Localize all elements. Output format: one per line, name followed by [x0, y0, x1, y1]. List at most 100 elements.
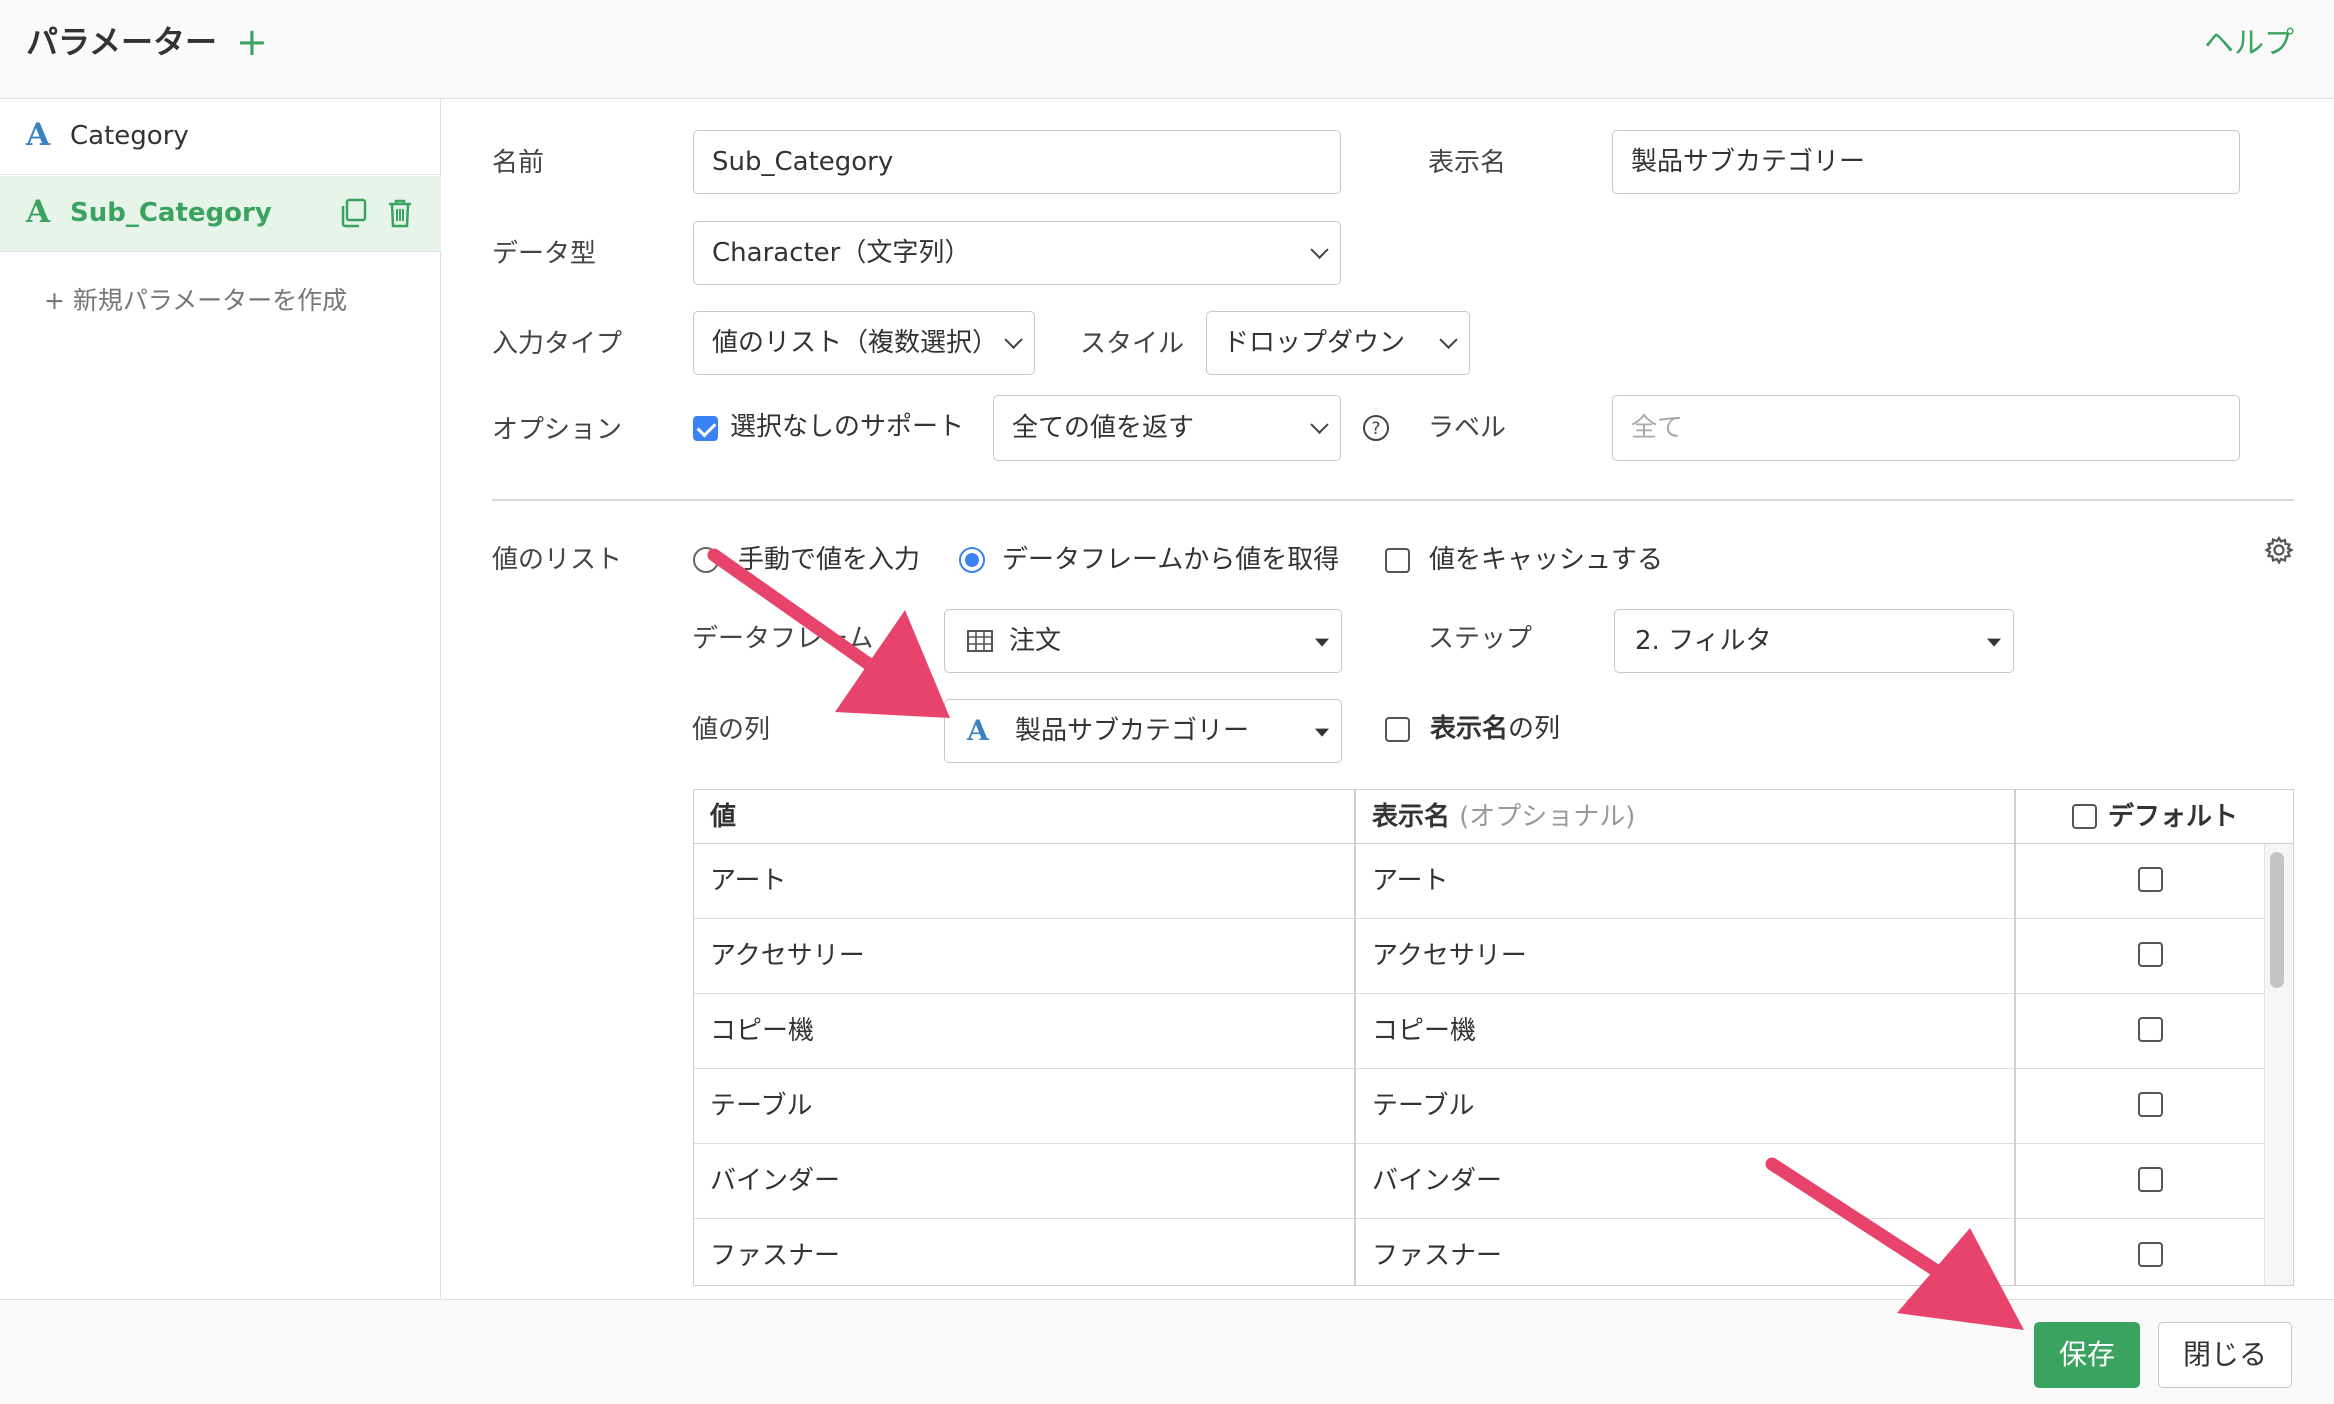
label-field-label: ラベル: [1428, 413, 1507, 443]
display-name-value: 製品サブカテゴリー: [1631, 147, 1866, 177]
help-link[interactable]: ヘルプ: [2204, 24, 2294, 64]
default-checkbox[interactable]: [2138, 1242, 2163, 1267]
trash-icon[interactable]: [386, 198, 414, 228]
cell-display: テーブル: [1372, 1091, 1475, 1121]
caret-down-icon: [1315, 638, 1329, 647]
name-value: Sub_Category: [712, 147, 894, 177]
section-divider: [492, 499, 2294, 501]
header-display-label: 表示名: [1372, 802, 1451, 832]
character-type-icon: A: [967, 714, 989, 747]
dataframe-label: データフレーム: [692, 624, 874, 654]
cell-value: コピー機: [710, 1016, 815, 1046]
cell-display: バインダー: [1372, 1166, 1503, 1196]
chevron-down-icon: [1004, 330, 1023, 349]
chevron-down-icon: [1310, 415, 1329, 434]
character-type-icon: A: [26, 194, 51, 230]
label-input[interactable]: 全て: [1612, 395, 2240, 461]
data-type-select[interactable]: Character（文字列）: [693, 221, 1341, 285]
input-type-value: 値のリスト（複数選択）: [712, 328, 999, 358]
parameter-sidebar: A Category A Sub_Category + 新規パラメーターを作成: [0, 99, 441, 1299]
value-column-select[interactable]: A 製品サブカテゴリー: [944, 699, 1342, 763]
display-column-label: 表示名の列: [1430, 712, 1560, 746]
new-parameter-link[interactable]: + 新規パラメーターを作成: [44, 284, 347, 318]
manual-radio[interactable]: [693, 547, 719, 573]
header-display-optional: (オプショナル): [1459, 802, 1636, 832]
name-input[interactable]: Sub_Category: [693, 130, 1341, 194]
table-row: ファスナー ファスナー: [694, 1219, 2293, 1285]
sidebar-item-sub-category[interactable]: A Sub_Category: [0, 176, 441, 252]
header-default: デフォルト: [2108, 802, 2239, 832]
cell-value: テーブル: [710, 1091, 813, 1121]
cell-display: ファスナー: [1372, 1241, 1503, 1271]
display-column-label-bold: 表示名: [1430, 714, 1509, 744]
caret-down-icon: [1315, 728, 1329, 737]
value-list-label: 値のリスト: [492, 545, 623, 575]
default-checkbox[interactable]: [2138, 942, 2163, 967]
display-name-input[interactable]: 製品サブカテゴリー: [1612, 130, 2240, 194]
default-all-checkbox[interactable]: [2072, 804, 2097, 829]
default-checkbox[interactable]: [2138, 867, 2163, 892]
default-checkbox[interactable]: [2138, 1167, 2163, 1192]
style-label: スタイル: [1080, 329, 1185, 359]
data-type-label: データ型: [492, 239, 597, 269]
gear-icon[interactable]: [2264, 535, 2294, 565]
table-row: アート アート: [694, 844, 2293, 919]
character-type-icon: A: [26, 117, 51, 153]
return-value-select[interactable]: 全ての値を返す: [993, 395, 1341, 461]
close-button[interactable]: 閉じる: [2158, 1322, 2292, 1388]
value-table: 値 表示名 (オプショナル) デフォルト アート アート アクセサリー アクセサリーコ…: [693, 789, 2294, 1286]
column-divider: [1354, 790, 1356, 1285]
step-value: 2. フィルタ: [1635, 626, 1772, 656]
support-no-selection-label: 選択なしのサポート: [730, 412, 965, 442]
chevron-down-icon: [1310, 240, 1329, 259]
sidebar-item-label: Sub_Category: [70, 198, 272, 228]
caret-down-icon: [1987, 638, 2001, 647]
table-row: アクセサリー アクセサリー: [694, 919, 2293, 994]
table-icon: [967, 630, 993, 652]
copy-icon[interactable]: [340, 198, 368, 228]
style-value: ドロップダウン: [1223, 328, 1406, 358]
input-type-select[interactable]: 値のリスト（複数選択）: [693, 311, 1035, 375]
svg-text:?: ?: [1371, 419, 1380, 439]
label-placeholder: 全て: [1631, 413, 1684, 443]
table-row: テーブル テーブル: [694, 1069, 2293, 1144]
sidebar-item-label: Category: [70, 121, 189, 151]
chevron-down-icon: [1439, 330, 1458, 349]
cell-value: ファスナー: [710, 1241, 841, 1271]
display-column-checkbox[interactable]: [1385, 717, 1410, 742]
save-button[interactable]: 保存: [2034, 1322, 2140, 1388]
display-name-label: 表示名: [1428, 148, 1507, 178]
default-checkbox[interactable]: [2138, 1092, 2163, 1117]
dialog-header: パラメーター + ヘルプ: [0, 0, 2334, 99]
add-parameter-icon[interactable]: +: [236, 20, 268, 64]
default-checkbox[interactable]: [2138, 1017, 2163, 1042]
options-label: オプション: [492, 415, 623, 445]
from-dataframe-radio[interactable]: [959, 547, 985, 573]
question-circle-icon[interactable]: ?: [1362, 414, 1390, 442]
manual-radio-label: 手動で値を入力: [738, 545, 921, 575]
column-divider: [2014, 790, 2016, 1285]
style-select[interactable]: ドロップダウン: [1206, 311, 1470, 375]
cache-checkbox[interactable]: [1385, 548, 1410, 573]
sidebar-item-category[interactable]: A Category: [0, 99, 441, 175]
return-value-value: 全ての値を返す: [1012, 413, 1195, 443]
dataframe-value: 注文: [1009, 626, 1062, 656]
dialog-footer: 保存 閉じる: [0, 1299, 2334, 1404]
from-dataframe-label: データフレームから値を取得: [1002, 545, 1340, 575]
name-label: 名前: [492, 148, 545, 178]
step-select[interactable]: 2. フィルタ: [1614, 609, 2014, 673]
dialog-title: パラメーター: [26, 23, 218, 61]
cell-value: アクセサリー: [710, 941, 865, 971]
cell-value: バインダー: [710, 1166, 841, 1196]
dataframe-select[interactable]: 注文: [944, 609, 1342, 673]
cell-display: アクセサリー: [1372, 941, 1527, 971]
support-no-selection-checkbox[interactable]: [693, 416, 718, 441]
cell-display: アート: [1372, 866, 1449, 896]
table-scrollbar-thumb[interactable]: [2270, 852, 2284, 988]
step-label: ステップ: [1428, 624, 1533, 654]
input-type-label: 入力タイプ: [492, 329, 623, 359]
value-column-value: 製品サブカテゴリー: [1015, 716, 1250, 746]
table-row: バインダー バインダー: [694, 1144, 2293, 1219]
cell-display: コピー機: [1372, 1016, 1477, 1046]
display-column-label-rest: の列: [1508, 714, 1561, 744]
